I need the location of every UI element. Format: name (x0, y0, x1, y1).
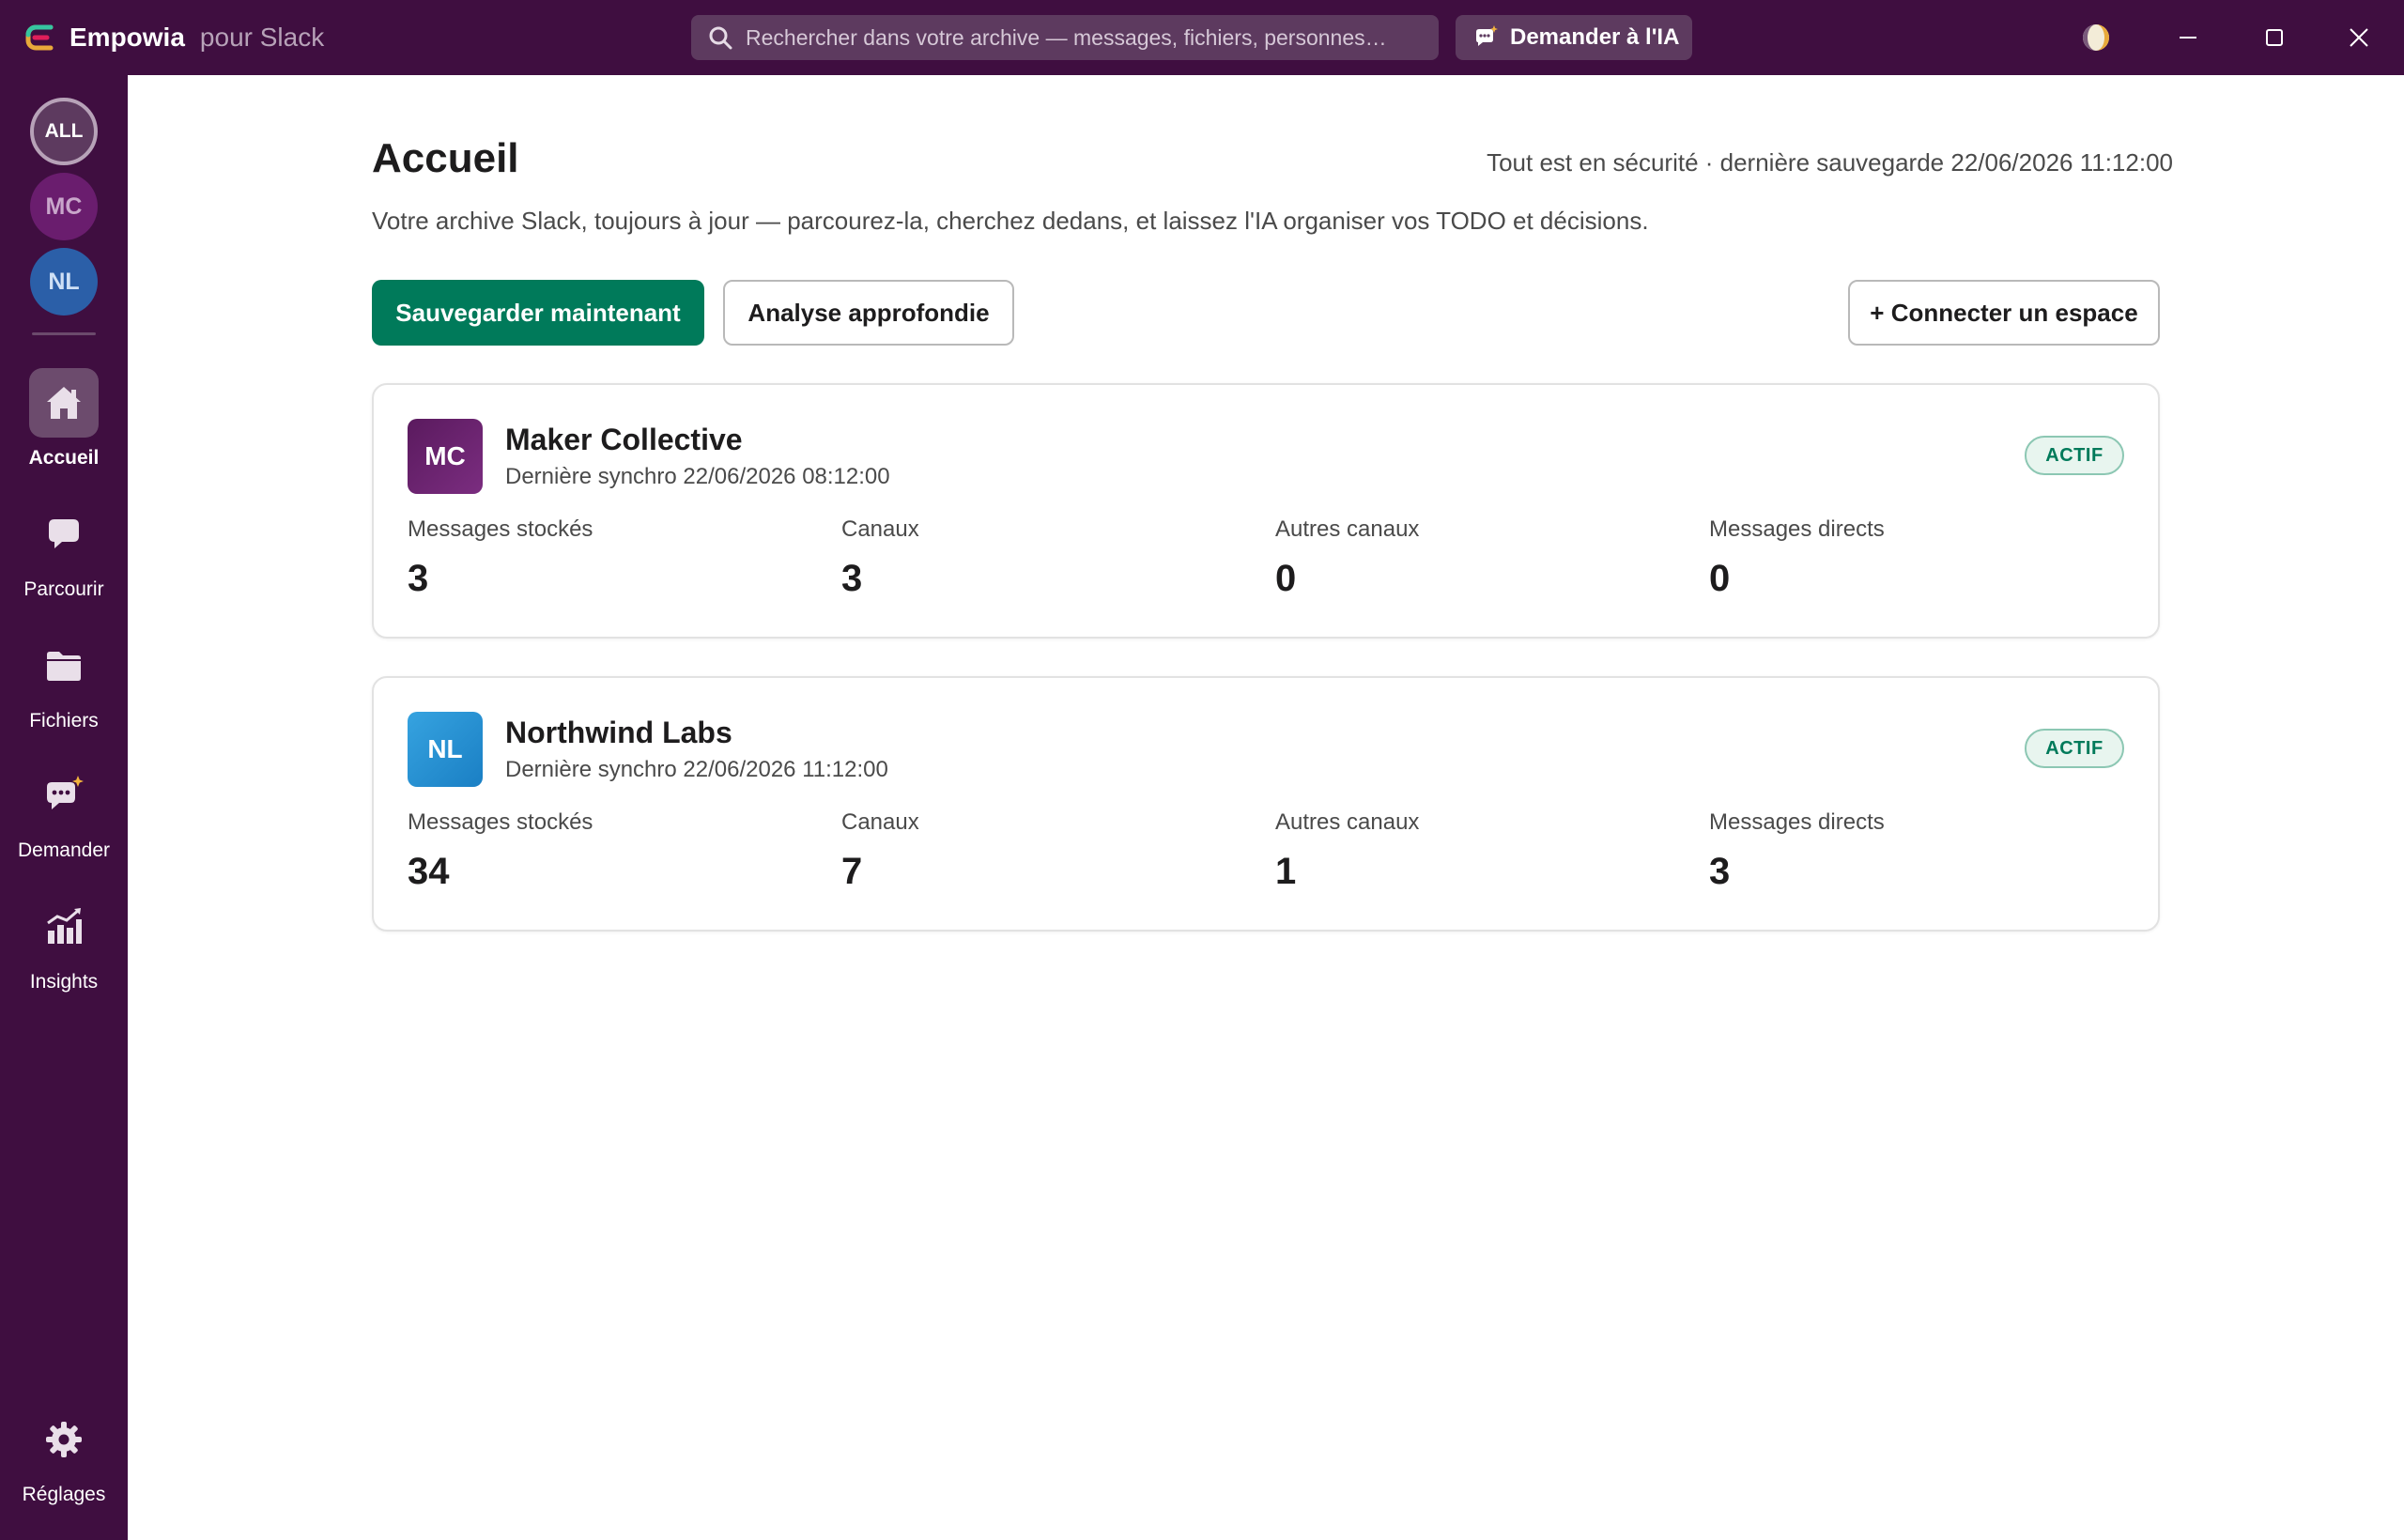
sidebar-item-insights[interactable]: Insights (0, 892, 128, 993)
workspace-card-northwind-labs[interactable]: NL Northwind Labs Dernière synchro 22/06… (372, 676, 2160, 932)
sidebar-item-ask[interactable]: Demander (0, 761, 128, 862)
backup-status: Tout est en sécurité · dernière sauvegar… (1487, 148, 2173, 177)
stat-other-channels: Autres canaux 1 (1275, 809, 1419, 893)
minimize-button[interactable] (2167, 17, 2209, 58)
stat-label: Messages stockés (408, 809, 593, 835)
workspace-avatar-all[interactable]: ALL (30, 98, 98, 165)
ai-chat-icon (1476, 25, 1498, 46)
chart-icon (47, 908, 82, 944)
search-input[interactable] (746, 24, 1403, 51)
maximize-button[interactable] (2254, 17, 2295, 58)
ai-chat-icon (47, 776, 84, 809)
workspace-name: Maker Collective (505, 423, 743, 456)
page-subtitle: Votre archive Slack, toujours à jour — p… (372, 207, 1649, 235)
stat-value: 7 (841, 851, 863, 892)
chat-bubble-icon (49, 519, 79, 548)
workspace-avatar-mc[interactable]: MC (30, 173, 98, 240)
close-button[interactable] (2338, 17, 2380, 58)
app-name: Empowia (69, 23, 185, 52)
sidebar-item-browse[interactable]: Parcourir (0, 500, 128, 601)
nav-icon-wrap (29, 892, 99, 962)
connect-workspace-button[interactable]: + Connecter un espace (1848, 280, 2160, 346)
main-content: Accueil Tout est en sécurité · dernière … (128, 75, 2404, 1540)
sidebar-item-home[interactable]: Accueil (0, 368, 128, 470)
stat-direct-messages: Messages directs 0 (1709, 516, 1885, 600)
sidebar-item-label: Parcourir (23, 578, 104, 600)
sidebar-item-label: Réglages (22, 1484, 106, 1505)
sidebar: ALL MC NL Accueil Parcourir Fichiers Dem… (0, 75, 128, 1540)
stat-channels: Canaux 3 (841, 516, 919, 600)
maximize-icon (2266, 29, 2283, 46)
nav-icon-wrap (29, 1405, 99, 1474)
folder-icon (47, 652, 81, 681)
stat-stored-messages: Messages stockés 3 (408, 516, 593, 600)
stat-value: 0 (1709, 558, 1731, 599)
stat-label: Autres canaux (1275, 809, 1420, 835)
close-icon (2350, 28, 2368, 47)
app-subtitle: pour Slack (199, 23, 325, 52)
gear-icon (46, 1422, 82, 1457)
nav-icon-wrap (29, 500, 99, 569)
page-title: Accueil (372, 135, 519, 181)
sidebar-item-label: Demander (17, 839, 111, 861)
stat-value: 3 (408, 558, 429, 599)
stat-value: 3 (841, 558, 863, 599)
stat-label: Messages stockés (408, 516, 593, 542)
title-bar: Empowia pour Slack Demander à l'IA (0, 0, 2404, 75)
stat-other-channels: Autres canaux 0 (1275, 516, 1419, 600)
stat-value: 3 (1709, 851, 1731, 892)
ask-ai-button[interactable]: Demander à l'IA (1456, 15, 1692, 60)
sidebar-item-label: Fichiers (29, 710, 99, 732)
ask-ai-label: Demander à l'IA (1510, 24, 1680, 50)
workspace-name: Northwind Labs (505, 716, 732, 749)
workspace-avatar: MC (408, 419, 483, 494)
sidebar-divider (32, 332, 96, 335)
workspace-card-maker-collective[interactable]: MC Maker Collective Dernière synchro 22/… (372, 383, 2160, 639)
backup-now-button[interactable]: Sauvegarder maintenant (372, 280, 704, 346)
sidebar-item-label: Accueil (28, 447, 100, 469)
home-icon (47, 387, 81, 419)
search-icon (709, 26, 732, 50)
stat-value: 0 (1275, 558, 1297, 599)
sidebar-item-label: Insights (29, 971, 99, 993)
theme-toggle-icon[interactable] (2081, 23, 2111, 53)
stat-value: 1 (1275, 851, 1297, 892)
workspace-avatar-nl[interactable]: NL (30, 248, 98, 316)
stat-stored-messages: Messages stockés 34 (408, 809, 593, 893)
nav-icon-wrap (29, 631, 99, 701)
empowia-logo-icon (25, 24, 54, 51)
stat-label: Autres canaux (1275, 516, 1420, 542)
workspace-last-sync: Dernière synchro 22/06/2026 08:12:00 (505, 464, 890, 489)
stat-label: Messages directs (1709, 809, 1885, 835)
minimize-icon (2180, 37, 2196, 38)
stat-label: Canaux (841, 516, 919, 542)
stat-channels: Canaux 7 (841, 809, 919, 893)
sidebar-item-files[interactable]: Fichiers (0, 631, 128, 732)
brand: Empowia pour Slack (24, 0, 324, 75)
status-badge: ACTIF (2025, 436, 2124, 475)
stat-label: Canaux (841, 809, 919, 835)
stat-direct-messages: Messages directs 3 (1709, 809, 1885, 893)
deep-analysis-button[interactable]: Analyse approfondie (723, 280, 1014, 346)
workspace-avatar: NL (408, 712, 483, 787)
nav-icon-wrap (29, 761, 99, 830)
status-badge: ACTIF (2025, 729, 2124, 768)
workspace-last-sync: Dernière synchro 22/06/2026 11:12:00 (505, 757, 888, 782)
search-bar[interactable] (691, 15, 1439, 60)
stat-value: 34 (408, 851, 450, 892)
sidebar-item-settings[interactable]: Réglages (0, 1405, 128, 1506)
stat-label: Messages directs (1709, 516, 1885, 542)
nav-icon-wrap (29, 368, 99, 438)
